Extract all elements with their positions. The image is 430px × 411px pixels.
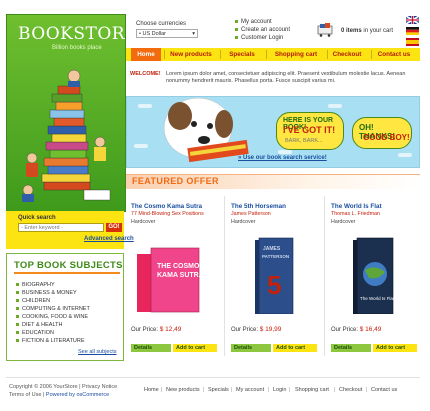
product-title[interactable]: The 5th Horseman (231, 203, 286, 210)
quick-search-label: Quick search (18, 215, 56, 221)
footer-link-my-account[interactable]: My account (236, 387, 264, 393)
svg-text:KAMA SUTRA: KAMA SUTRA (157, 272, 204, 279)
logo[interactable]: BOOKSTORE (18, 24, 138, 44)
powered-by-link[interactable]: Powered by osCommerce (46, 392, 109, 398)
svg-text:THE COSMO: THE COSMO (157, 263, 200, 270)
currency-select[interactable]: • US Dollar ▾ (136, 29, 198, 38)
speech-bubble-owner: OH! THANKS! GOOD BOY! (352, 117, 412, 149)
product-title[interactable]: The World Is Flat (331, 203, 382, 210)
add-to-cart-button[interactable]: Add to cart (273, 344, 317, 352)
product-card: The 5th Horseman James Patterson Hardcov… (227, 196, 321, 356)
footer-link-contact-us[interactable]: Contact us (371, 387, 397, 393)
my-account-link[interactable]: My account (235, 19, 272, 25)
footer-link-home[interactable]: Home (144, 387, 159, 393)
product-price: Our Price: $ 12,49 (131, 326, 182, 333)
subjects-title: TOP BOOK SUBJECTS (14, 260, 123, 271)
nav-contact-us[interactable]: Contact us (374, 48, 414, 61)
footer-link-shopping-cart[interactable]: Shopping cart (295, 387, 329, 393)
nav-checkout[interactable]: Checkout (330, 48, 364, 61)
svg-text:JAMES: JAMES (263, 246, 281, 252)
product-card: The Cosmo Kama Sutra 77 Mind-Blowing Sex… (127, 196, 221, 356)
product-cover-image[interactable]: THE COSMO KAMA SUTRA (135, 234, 213, 314)
product-title[interactable]: The Cosmo Kama Sutra (131, 203, 202, 210)
footer-link-new-products[interactable]: New products (166, 387, 200, 393)
subjects-title-underline (14, 272, 120, 274)
nav-home[interactable]: Home (131, 48, 161, 61)
details-button[interactable]: Details (331, 344, 371, 352)
create-account-link[interactable]: Create an account (235, 27, 290, 33)
product-subtitle: James Patterson (231, 211, 271, 217)
currency-label: Choose currencies (136, 21, 187, 27)
chevron-down-icon: ▾ (192, 31, 195, 37)
featured-title: FEATURED OFFER (132, 176, 219, 186)
svg-text:5: 5 (267, 270, 281, 300)
subject-item[interactable]: Biography (16, 282, 55, 288)
tagline: Billion books place (52, 45, 102, 51)
terms-link[interactable]: Terms of Use (9, 392, 41, 398)
go-button[interactable]: GO! (106, 223, 122, 232)
english-flag-icon[interactable] (406, 16, 419, 24)
nav-specials[interactable]: Specials (223, 48, 261, 61)
product-subtitle: Thomas L. Friedman (331, 211, 380, 217)
cart-summary[interactable]: 0 items in your cart (341, 28, 393, 34)
welcome-label: WELCOME! (130, 71, 161, 77)
subject-item[interactable]: Diet & Health (16, 322, 62, 328)
speech-bubble-dog: HERE IS YOUR BOOK! I'VE GOT IT! BARK, BA… (276, 112, 344, 150)
product-format: Hardcover (131, 219, 156, 225)
keyword-input[interactable]: - Enter keyword - (18, 223, 104, 232)
spanish-flag-icon[interactable] (406, 38, 419, 46)
footer-link-checkout[interactable]: Checkout (339, 387, 362, 393)
nav-new-products[interactable]: New products (166, 48, 216, 61)
svg-text:The World Is Flat: The World Is Flat (360, 296, 395, 301)
details-button[interactable]: Details (131, 344, 171, 352)
subject-item[interactable]: Computing & Internet (16, 306, 90, 312)
product-subtitle: 77 Mind-Blowing Sex Positions (131, 211, 204, 217)
add-to-cart-button[interactable]: Add to cart (173, 344, 217, 352)
product-price: Our Price: $ 19,99 (231, 326, 282, 333)
subject-item[interactable]: Children (16, 298, 50, 304)
terms-line: Terms of Use | Powered by osCommerce (9, 392, 110, 398)
footer-link-login[interactable]: Login (273, 387, 286, 393)
see-all-subjects-link[interactable]: See all subjects (78, 349, 117, 355)
svg-text:PATTERSON: PATTERSON (262, 254, 289, 259)
cart-icon[interactable] (317, 23, 335, 37)
subject-item[interactable]: Education (16, 330, 54, 336)
german-flag-icon[interactable] (406, 27, 419, 35)
welcome-text: Lorem ipsum dolor amet, consectetuer adi… (166, 71, 406, 84)
nav-shopping-cart[interactable]: Shopping cart (269, 48, 323, 61)
add-to-cart-button[interactable]: Add to cart (373, 344, 417, 352)
footer-link-specials[interactable]: Specials (208, 387, 229, 393)
book-stack-illustration (22, 69, 111, 202)
product-format: Hardcover (231, 219, 256, 225)
product-card: The World Is Flat Thomas L. Friedman Har… (327, 196, 421, 356)
search-service-link[interactable]: » Use our book search service! (238, 155, 327, 161)
product-price: Our Price: $ 16,49 (331, 326, 382, 333)
product-format: Hardcover (331, 219, 356, 225)
subject-item[interactable]: Fiction & Literature (16, 338, 85, 344)
product-cover-image[interactable]: The World Is Flat (335, 234, 413, 314)
copyright-text: Copyright © 2006 YourStore | Privacy Not… (9, 384, 118, 390)
product-cover-image[interactable]: JAMES PATTERSON 5 (235, 234, 313, 314)
customer-login-link[interactable]: Customer Login (235, 35, 283, 41)
subject-item[interactable]: Cooking, Food & Wine (16, 314, 88, 320)
subject-item[interactable]: Business & Money (16, 290, 77, 296)
details-button[interactable]: Details (231, 344, 271, 352)
footer-divider (6, 377, 420, 378)
